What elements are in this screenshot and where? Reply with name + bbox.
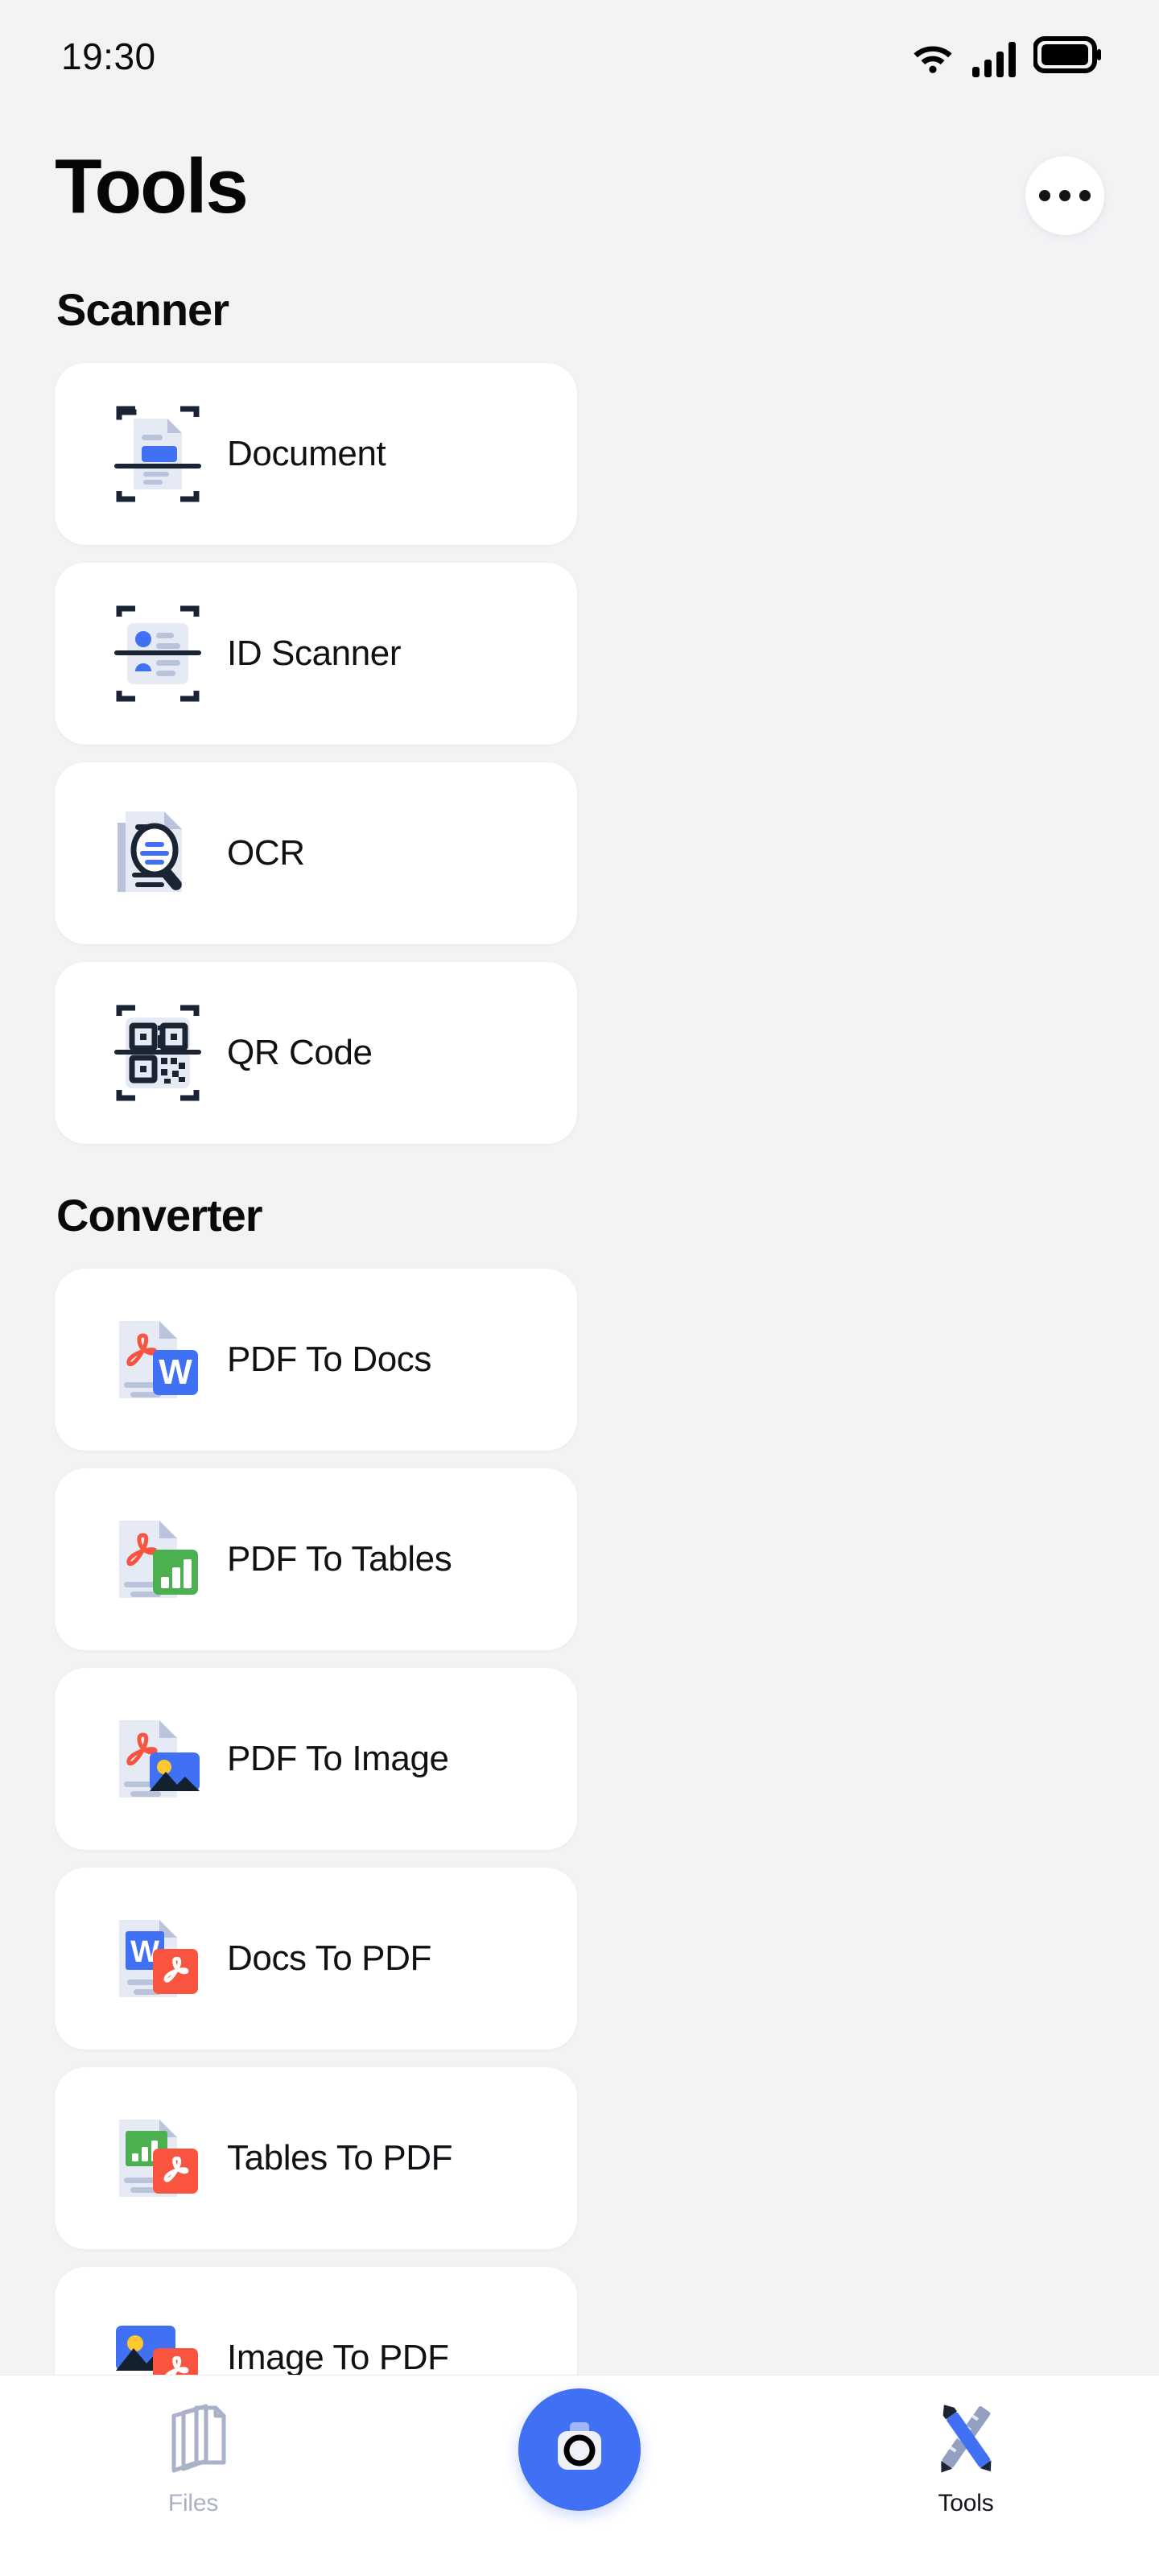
tool-card-label: ID Scanner (227, 633, 402, 673)
nav-label: Files (167, 2490, 219, 2516)
files-stack-icon (148, 2395, 238, 2479)
nav-item-camera[interactable] (483, 2388, 676, 2511)
converter-grid: W PDF To Docs PDF To Tables PDF To Image… (55, 1268, 1104, 2375)
camera-button[interactable] (518, 2388, 641, 2511)
section-scanner: Scanner Document ID Scanner OCR QR Code (55, 284, 1104, 1144)
status-time: 19:30 (61, 35, 156, 77)
battery-icon (1033, 35, 1101, 77)
tool-card-label: PDF To Docs (227, 1339, 431, 1379)
tools-screen: 19:30 Tools Scanner Document ID Scanner … (0, 0, 1159, 2576)
tool-card-tables-to-pdf[interactable]: Tables To PDF (55, 2066, 577, 2249)
tool-card-ocr[interactable]: OCR (55, 762, 577, 944)
section-title: Converter (56, 1189, 263, 1241)
ocr-magnifier-icon (108, 803, 208, 903)
more-dot-icon (1079, 190, 1091, 201)
bottom-navigation: Files Tools (0, 2375, 1159, 2576)
wifi-icon (911, 39, 955, 77)
tool-card-document[interactable]: Document (55, 362, 577, 545)
nav-label: Tools (938, 2490, 994, 2516)
id-card-scan-icon (108, 604, 208, 704)
nav-item-tools[interactable]: Tools (869, 2395, 1062, 2517)
more-dot-icon (1039, 190, 1050, 201)
scanner-grid: Document ID Scanner OCR QR Code (55, 362, 1104, 1144)
tool-card-pdf-to-tables[interactable]: PDF To Tables (55, 1468, 577, 1650)
tools-list[interactable]: Scanner Document ID Scanner OCR QR Code … (0, 235, 1159, 2375)
tool-card-label: Docs To PDF (227, 1938, 431, 1978)
word-to-pdf-icon: W (108, 1909, 208, 2008)
tool-card-label: Tables To PDF (227, 2137, 453, 2178)
page-title: Tools (55, 143, 249, 229)
document-scan-icon (108, 404, 208, 504)
page-header: Tools (0, 113, 1159, 235)
status-icons (911, 35, 1101, 77)
pdf-to-image-icon (108, 1709, 208, 1809)
section-converter: Converter W PDF To Docs PDF To Tables PD… (55, 1189, 1104, 2375)
pdf-to-sheet-icon (108, 1509, 208, 1609)
tool-card-label: PDF To Tables (227, 1538, 452, 1579)
tool-card-label: Document (227, 433, 386, 473)
tool-card-docs-to-pdf[interactable]: W Docs To PDF (55, 1867, 577, 2050)
qr-code-scan-icon (108, 1003, 208, 1103)
pencil-ruler-icon (921, 2395, 1011, 2479)
image-to-pdf-icon (108, 2308, 208, 2375)
tool-card-pdf-to-image[interactable]: PDF To Image (55, 1667, 577, 1850)
camera-icon (550, 2421, 609, 2479)
tool-card-label: QR Code (227, 1032, 373, 1072)
more-dot-icon (1059, 190, 1070, 201)
tool-card-id-scanner[interactable]: ID Scanner (55, 562, 577, 745)
pdf-to-word-icon: W (108, 1310, 208, 1410)
sheet-to-pdf-icon (108, 2108, 208, 2208)
status-bar: 19:30 (0, 0, 1159, 113)
nav-item-files[interactable]: Files (97, 2395, 290, 2517)
more-options-button[interactable] (1025, 156, 1104, 235)
tool-card-qr-code[interactable]: QR Code (55, 961, 577, 1144)
tool-card-label: PDF To Image (227, 1738, 449, 1778)
tool-card-label: Image To PDF (227, 2337, 449, 2375)
tool-card-image-to-pdf[interactable]: Image To PDF (55, 2266, 577, 2375)
tool-card-label: OCR (227, 832, 305, 873)
svg-text:W: W (159, 1352, 192, 1392)
tool-card-pdf-to-docs[interactable]: W PDF To Docs (55, 1268, 577, 1451)
cellular-signal-icon (972, 41, 1016, 77)
section-title: Scanner (56, 284, 229, 335)
